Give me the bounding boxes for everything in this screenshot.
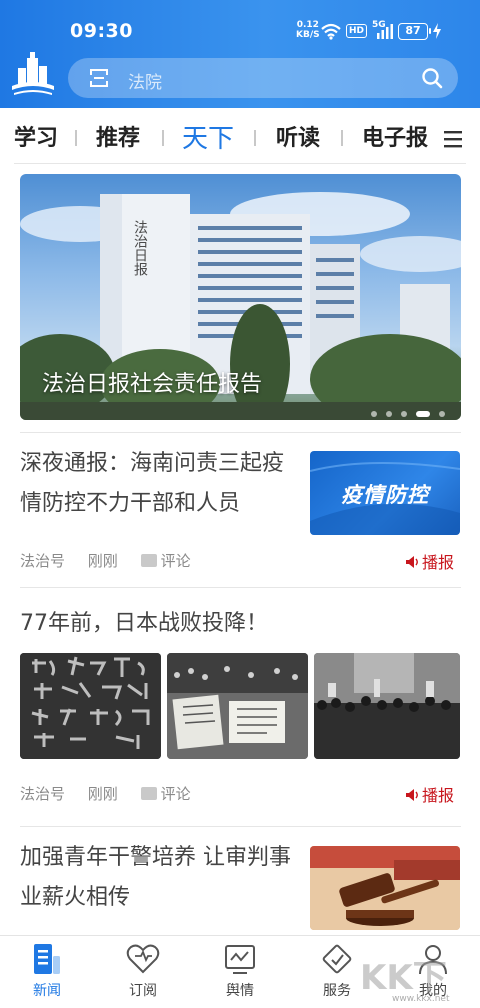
tabs-divider [14,163,466,164]
broadcast-label: 播报 [421,553,454,572]
app-logo[interactable] [10,52,56,98]
divider [20,587,461,588]
net-speed-unit: KB/S [296,30,320,40]
article-title-line[interactable]: 加强青年干警培养 让审判事 [20,838,291,878]
charging-icon [433,23,441,39]
comment-link[interactable]: 评论 [140,552,191,570]
article-title-line[interactable]: 情防控不力干部和人员 [20,484,240,524]
tab-listen[interactable]: 听读 [276,120,320,152]
article-title-line[interactable]: 深夜通报：海南问责三起疫 [20,444,284,484]
article-time: 刚刚 [87,785,118,803]
article-source[interactable]: 法治号 [20,785,65,803]
divider [20,826,461,827]
nav-label: 订阅 [129,983,157,999]
net-speed-value: 0.12 [296,20,319,30]
broadcast-label: 播报 [421,786,454,805]
search-icon[interactable] [420,66,444,90]
article-meta: 法治号 刚刚 评论 [20,783,209,804]
channel-tabs: 学习 推荐 天下 听读 电子报 [0,108,480,164]
tab-epaper[interactable]: 电子报 [362,120,428,152]
watermark-url: www.kkx.net [392,994,450,1004]
gavel-image [310,846,460,930]
nav-news[interactable]: 新闻 [12,942,82,1000]
carousel-dot [370,411,377,417]
battery-indicator: 87 [398,23,431,40]
nav-public-opinion[interactable]: 舆情 [205,942,275,1000]
tab-divider [75,130,77,146]
tab-world[interactable]: 天下 [182,118,234,155]
tab-divider [254,130,256,146]
hd-badge: HD [346,24,368,38]
article-image[interactable] [20,653,161,759]
carousel-dot [439,411,445,417]
article-time: 刚刚 [87,552,118,570]
channel-menu-icon[interactable] [444,130,462,148]
article-image[interactable] [167,653,308,759]
article-meta: 法治号 刚刚 评论 [20,550,209,571]
tab-study[interactable]: 学习 [14,120,58,152]
crowd-image [314,653,460,759]
article-title[interactable]: 77年前，日本战败投降！ [20,604,268,644]
article-thumbnail[interactable] [310,846,460,930]
article-thumbnail[interactable]: 疫情防控 [310,451,460,535]
wifi-icon [321,23,341,40]
comment-label: 评论 [160,785,191,803]
broadcast-button[interactable]: 播报 [405,782,454,806]
scan-icon[interactable] [88,67,110,89]
speaker-icon [405,556,418,568]
status-time: 09:30 [70,20,133,42]
news-icon [34,944,60,974]
carousel-dot-active [415,411,430,417]
article-title-line[interactable]: 业薪火相传 [20,878,130,918]
monitor-chart-icon [225,945,255,974]
carousel-indicator [367,402,445,420]
comment-icon [140,787,157,800]
tab-divider [162,130,164,146]
banner-carousel[interactable]: 法治日报 法治日报社会责任报告 [20,174,461,420]
banner-caption: 法治日报社会责任报告 [42,372,263,397]
speaker-icon [405,789,418,801]
thumbnail-text: 疫情防控 [341,483,429,507]
nav-label: 新闻 [33,983,61,999]
tab-recommend[interactable]: 推荐 [96,120,140,152]
net-speed: 0.12 KB/S [296,20,320,40]
article-image[interactable] [314,653,460,759]
search-bar[interactable]: 法院 [68,58,458,98]
building-sign: 法治日报 [132,220,148,277]
service-icon [322,944,352,974]
comment-label: 评论 [160,552,191,570]
status-bar: 09:30 0.12 KB/S HD 5G 87 [0,18,480,46]
calligraphy-image [20,653,161,759]
comment-link[interactable]: 评论 [140,785,191,803]
search-input[interactable]: 法院 [128,68,162,93]
carousel-dot [385,411,392,417]
carousel-dot [400,411,407,417]
broadcast-button[interactable]: 播报 [405,549,454,573]
nav-label: 舆情 [226,983,254,999]
nav-subscribe[interactable]: 订阅 [108,942,178,1000]
article-source[interactable]: 法治号 [20,552,65,570]
comment-icon [140,554,157,567]
app-header: 09:30 0.12 KB/S HD 5G 87 法院 [0,0,480,108]
tab-divider [341,130,343,146]
signal-icon [377,24,393,39]
divider [20,432,461,433]
document-image [167,653,308,759]
heart-icon [126,944,160,974]
